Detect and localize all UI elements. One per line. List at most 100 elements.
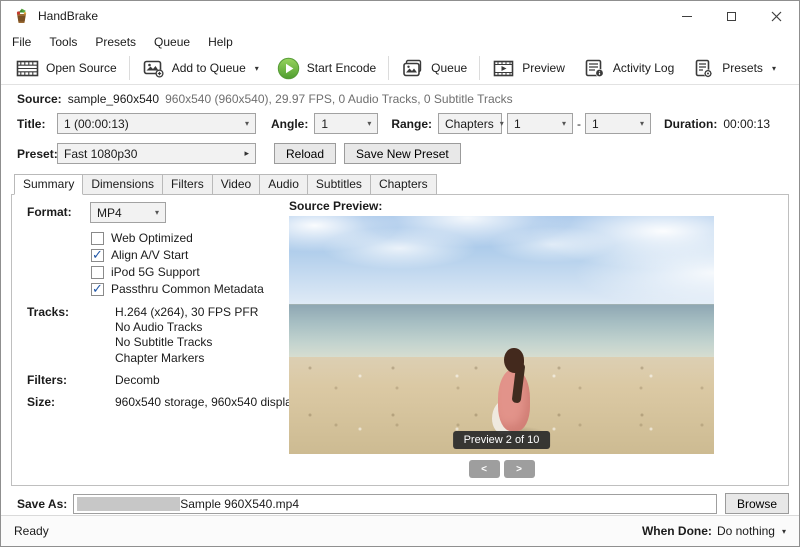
checkbox-icon[interactable] <box>91 232 104 245</box>
range-separator: - <box>577 117 581 131</box>
tracks-label: Tracks: <box>27 305 69 319</box>
document-gear-icon <box>692 57 715 80</box>
source-label: Source: <box>17 92 62 106</box>
size-value: 960x540 storage, 960x540 display <box>115 395 298 409</box>
menu-tools[interactable]: Tools <box>40 33 86 51</box>
passthru-metadata-checkbox-row[interactable]: Passthru Common Metadata <box>91 282 264 296</box>
format-label: Format: <box>27 205 72 219</box>
ipod-5g-checkbox-row[interactable]: iPod 5G Support <box>91 265 200 279</box>
start-encode-button[interactable]: Start Encode <box>268 55 385 82</box>
tracks-summary: H.264 (x264), 30 FPS PFR No Audio Tracks… <box>115 305 258 366</box>
chevron-down-icon: ▾ <box>772 64 776 73</box>
save-as-input[interactable]: Sample 960X540.mp4 <box>73 494 717 514</box>
when-done-value: Do nothing <box>717 524 775 538</box>
title-label: Title: <box>17 117 57 131</box>
tracks-line: No Audio Tracks <box>115 320 258 335</box>
tab-summary[interactable]: Summary <box>14 174 83 195</box>
preview-label: Preview <box>522 61 565 75</box>
title-select[interactable]: 1 (00:00:13) <box>57 113 256 134</box>
tab-subtitles[interactable]: Subtitles <box>307 174 371 195</box>
angle-select[interactable]: 1 <box>314 113 378 134</box>
preview-button[interactable]: Preview <box>483 55 574 82</box>
chevron-down-icon: ▾ <box>782 527 786 536</box>
close-button[interactable] <box>754 1 799 31</box>
menu-presets[interactable]: Presets <box>86 33 145 51</box>
summary-panel: Format: MP4 Web Optimized Align A/V Star… <box>11 194 789 486</box>
tab-chapters[interactable]: Chapters <box>370 174 437 195</box>
source-preview-label: Source Preview: <box>289 199 382 213</box>
activity-log-button[interactable]: Activity Log <box>574 55 683 82</box>
handbrake-logo-icon <box>13 8 30 25</box>
tab-dimensions[interactable]: Dimensions <box>82 174 163 195</box>
maximize-button[interactable] <box>709 1 754 31</box>
when-done-control[interactable]: When Done: Do nothing ▾ <box>642 524 786 538</box>
menu-help[interactable]: Help <box>199 33 242 51</box>
toolbar-separator <box>388 56 389 80</box>
film-strip-icon <box>16 57 39 80</box>
range-from-value: 1 <box>514 117 521 131</box>
photo-stack-icon <box>401 57 424 80</box>
preview-next-button[interactable]: > <box>504 460 535 478</box>
preset-row: Preset: Fast 1080p30 Reload Save New Pre… <box>17 143 799 164</box>
source-info-row: Source: sample_960x540 960x540 (960x540)… <box>17 92 799 106</box>
checkbox-icon[interactable] <box>91 283 104 296</box>
add-to-queue-button[interactable]: Add to Queue ▾ <box>133 55 268 82</box>
browse-button[interactable]: Browse <box>725 493 789 514</box>
format-select[interactable]: MP4 <box>90 202 166 223</box>
preview-prev-button[interactable]: < <box>469 460 500 478</box>
minimize-button[interactable] <box>664 1 709 31</box>
range-label: Range: <box>391 117 432 131</box>
reload-button[interactable]: Reload <box>274 143 336 164</box>
filters-label: Filters: <box>27 373 67 387</box>
range-type-value: Chapters <box>445 117 494 131</box>
align-av-start-checkbox-row[interactable]: Align A/V Start <box>91 248 188 262</box>
menu-bar: File Tools Presets Queue Help <box>1 31 799 52</box>
tracks-line: Chapter Markers <box>115 351 258 366</box>
save-as-filename: Sample 960X540.mp4 <box>180 497 299 511</box>
menu-file[interactable]: File <box>3 33 40 51</box>
sitting-woman-figure <box>492 348 542 440</box>
checkbox-icon[interactable] <box>91 249 104 262</box>
size-label: Size: <box>27 395 55 409</box>
save-new-preset-button[interactable]: Save New Preset <box>344 143 461 164</box>
photo-plus-icon <box>142 57 165 80</box>
toolbar: Open Source Add to Queue ▾ Start Encode <box>1 52 799 85</box>
window-title: HandBrake <box>38 9 98 23</box>
range-type-select[interactable]: Chapters <box>438 113 502 134</box>
presets-button[interactable]: Presets ▾ <box>683 55 785 82</box>
minimize-icon <box>682 16 692 17</box>
preset-select[interactable]: Fast 1080p30 <box>57 143 256 164</box>
checkbox-icon[interactable] <box>91 266 104 279</box>
align-av-start-label: Align A/V Start <box>111 248 188 262</box>
menu-queue[interactable]: Queue <box>145 33 199 51</box>
close-icon <box>771 11 782 22</box>
save-as-label: Save As: <box>17 497 67 511</box>
range-to-select[interactable]: 1 <box>585 113 651 134</box>
filters-value: Decomb <box>115 373 160 387</box>
maximize-icon <box>727 12 736 21</box>
status-text: Ready <box>14 524 49 538</box>
save-as-row: Save As: Sample 960X540.mp4 Browse <box>17 493 789 514</box>
web-optimized-checkbox-row[interactable]: Web Optimized <box>91 231 193 245</box>
start-encode-label: Start Encode <box>307 61 376 75</box>
format-select-value: MP4 <box>97 206 122 220</box>
open-source-button[interactable]: Open Source <box>7 55 126 82</box>
source-preview-pane: Source Preview: Preview 2 of 10 < > <box>289 199 714 478</box>
passthru-metadata-label: Passthru Common Metadata <box>111 282 264 296</box>
redacted-path-block <box>77 497 180 511</box>
ipod-5g-label: iPod 5G Support <box>111 265 200 279</box>
beach-clouds <box>289 216 714 311</box>
when-done-label: When Done: <box>642 524 712 538</box>
queue-button[interactable]: Queue <box>392 55 476 82</box>
title-select-value: 1 (00:00:13) <box>64 117 129 131</box>
figure-hair <box>504 348 524 373</box>
preview-count-badge: Preview 2 of 10 <box>453 431 551 449</box>
toolbar-separator <box>479 56 480 80</box>
duration-label: Duration: <box>664 117 717 131</box>
angle-label: Angle: <box>271 117 308 131</box>
tab-audio[interactable]: Audio <box>259 174 308 195</box>
range-from-select[interactable]: 1 <box>507 113 573 134</box>
source-details: 960x540 (960x540), 29.97 FPS, 0 Audio Tr… <box>165 92 513 106</box>
tab-filters[interactable]: Filters <box>162 174 213 195</box>
tab-video[interactable]: Video <box>212 174 260 195</box>
